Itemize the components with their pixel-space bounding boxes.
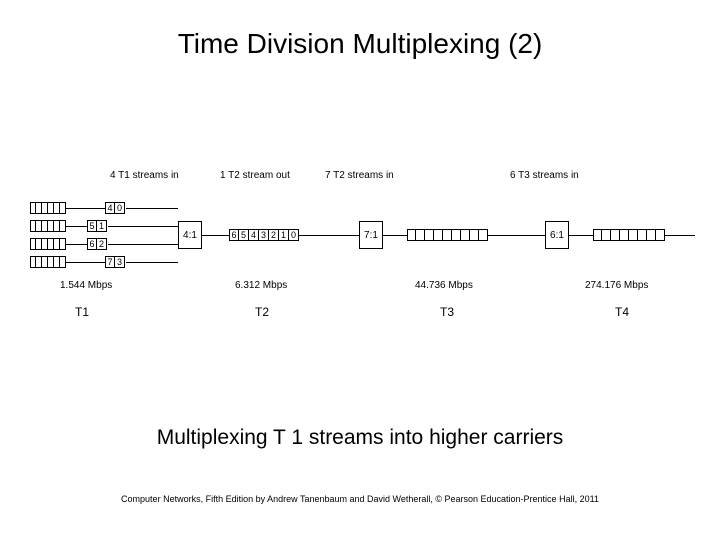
t1-pair-0: 40 xyxy=(105,202,125,214)
t1-strip-1 xyxy=(30,220,66,232)
connector xyxy=(108,244,178,245)
t2-cell: 5 xyxy=(239,229,249,241)
footer-credit: Computer Networks, Fifth Edition by Andr… xyxy=(0,494,720,504)
t2-cell: 4 xyxy=(249,229,259,241)
connector xyxy=(108,226,178,227)
t1-cell: 4 xyxy=(105,202,115,214)
mux-4to1: 4:1 xyxy=(178,221,202,249)
connector xyxy=(569,235,593,236)
label-t1-in: 4 T1 streams in xyxy=(110,170,179,181)
t1-cell: 6 xyxy=(87,238,97,250)
rate-t3: 44.736 Mbps xyxy=(415,280,473,291)
t1-strip-0 xyxy=(30,202,66,214)
mux-7to1: 7:1 xyxy=(359,221,383,249)
tier-t1: T1 xyxy=(75,305,89,319)
t1-cell: 0 xyxy=(115,202,125,214)
connector xyxy=(126,208,178,209)
t1-cell: 3 xyxy=(115,256,125,268)
connector xyxy=(665,235,695,236)
connector xyxy=(202,235,229,236)
t1-cell: 5 xyxy=(87,220,97,232)
label-t3-in: 6 T3 streams in xyxy=(510,170,579,181)
subtitle: Multiplexing T 1 streams into higher car… xyxy=(0,426,720,450)
connector xyxy=(66,226,87,227)
tier-t4: T4 xyxy=(615,305,629,319)
t4-out-strip xyxy=(593,229,665,241)
connector xyxy=(299,235,359,236)
label-t2-in: 7 T2 streams in xyxy=(325,170,394,181)
tdm-diagram: 4 T1 streams in 7 T2 streams in 6 T3 str… xyxy=(0,170,720,370)
t1-cell: 1 xyxy=(97,220,107,232)
mux-6to1: 6:1 xyxy=(545,221,569,249)
label-t2-out: 1 T2 stream out xyxy=(220,170,290,181)
t1-strip-3 xyxy=(30,256,66,268)
t3-out-strip xyxy=(407,229,488,241)
tier-t2: T2 xyxy=(255,305,269,319)
connector xyxy=(66,244,87,245)
t1-strip-2 xyxy=(30,238,66,250)
rate-t2: 6.312 Mbps xyxy=(235,280,287,291)
t1-pair-1: 51 xyxy=(87,220,107,232)
t1-cell: 2 xyxy=(97,238,107,250)
page-title: Time Division Multiplexing (2) xyxy=(0,0,720,60)
rate-t1: 1.544 Mbps xyxy=(60,280,112,291)
connector xyxy=(488,235,545,236)
tier-t3: T3 xyxy=(440,305,454,319)
t2-cell: 2 xyxy=(269,229,279,241)
connector xyxy=(66,208,105,209)
t2-cell: 1 xyxy=(279,229,289,241)
t1-cell: 7 xyxy=(105,256,115,268)
connector xyxy=(126,262,178,263)
t2-out-strip: 6 5 4 3 2 1 0 xyxy=(229,229,299,241)
t2-cell: 0 xyxy=(289,229,299,241)
t2-cell: 3 xyxy=(259,229,269,241)
connector xyxy=(383,235,407,236)
t1-pair-3: 73 xyxy=(105,256,125,268)
t2-cell: 6 xyxy=(229,229,239,241)
rate-t4: 274.176 Mbps xyxy=(585,280,648,291)
t1-pair-2: 62 xyxy=(87,238,107,250)
connector xyxy=(66,262,105,263)
